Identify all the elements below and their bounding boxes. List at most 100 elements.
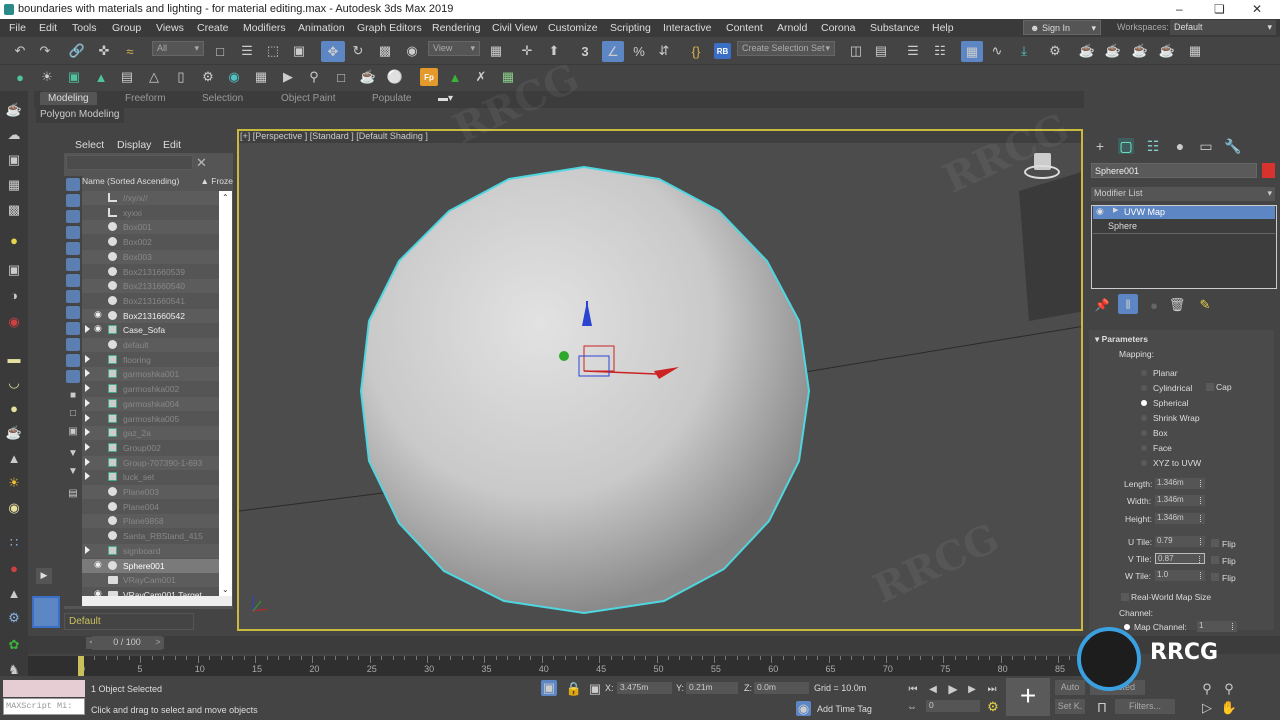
- scene-search-input[interactable]: [66, 155, 193, 170]
- spinner-snap-icon[interactable]: ⇵: [655, 42, 673, 60]
- clear-search-icon[interactable]: ✕: [196, 155, 207, 171]
- next-frame-icon[interactable]: ▶: [963, 680, 981, 698]
- tower-icon[interactable]: △: [145, 68, 163, 86]
- pivot-center-icon[interactable]: ▦: [487, 42, 505, 60]
- layer-explorer-icon[interactable]: ☰: [904, 42, 922, 60]
- pin-stack-icon[interactable]: 📌: [1093, 296, 1111, 314]
- key-mode-icon[interactable]: ⇔: [903, 698, 921, 716]
- hierarchy-tab-icon[interactable]: ☷: [1145, 138, 1161, 154]
- mapping-radio-spherical[interactable]: [1141, 400, 1147, 406]
- menu-edit[interactable]: Edit: [39, 22, 57, 34]
- previous-frame-icon[interactable]: ◀: [924, 680, 942, 698]
- scene-row[interactable]: Box2131660539: [82, 265, 219, 279]
- filter-containers-icon[interactable]: [66, 322, 80, 335]
- scene-row[interactable]: Box003: [82, 249, 219, 264]
- display-tab-icon[interactable]: ▭: [1198, 138, 1214, 154]
- time-tag-icon[interactable]: ◉: [796, 701, 811, 716]
- place-icon[interactable]: ◉: [403, 42, 421, 60]
- filter-visible-icon[interactable]: [66, 370, 80, 383]
- expand-arrow-icon[interactable]: [85, 428, 90, 437]
- key-filters-icon[interactable]: Π: [1093, 698, 1111, 716]
- close-button[interactable]: ✕: [1252, 2, 1262, 16]
- auto-key-button[interactable]: Auto: [1055, 680, 1085, 695]
- expand-arrow-icon[interactable]: [85, 457, 90, 466]
- scene-row[interactable]: Box002: [82, 235, 219, 249]
- menu-substance[interactable]: Substance: [870, 22, 920, 34]
- snaps-toggle-icon[interactable]: 3: [576, 42, 594, 60]
- rendered-frame-icon[interactable]: ☕: [1104, 42, 1122, 60]
- sun-light-icon[interactable]: ☀: [5, 474, 23, 492]
- eye-icon[interactable]: ◉: [94, 559, 105, 569]
- molecule-icon[interactable]: ●: [5, 559, 23, 577]
- object-color-swatch[interactable]: [1262, 163, 1275, 178]
- bug-icon[interactable]: ✿: [5, 636, 23, 654]
- eye-icon[interactable]: ◉: [94, 323, 105, 333]
- scene-explorer-icon[interactable]: ▦: [961, 41, 983, 62]
- layer-icon[interactable]: ▤: [66, 488, 80, 501]
- menu-tools[interactable]: Tools: [72, 22, 97, 34]
- curve-editor-icon[interactable]: ∿: [988, 42, 1006, 60]
- mapping-radio-planar[interactable]: [1141, 370, 1147, 376]
- menu-interactive[interactable]: Interactive: [663, 22, 711, 34]
- mapping-radio-shrink-wrap[interactable]: [1141, 415, 1147, 421]
- scene-row[interactable]: garmoshka002: [82, 382, 219, 396]
- menu-create[interactable]: Create: [197, 22, 229, 34]
- selection-lock-icon[interactable]: 🔒: [565, 680, 583, 698]
- filter-funnel-icon[interactable]: ▼: [66, 448, 80, 461]
- bind-space-warp-icon[interactable]: ≈: [121, 42, 139, 60]
- create-tab-icon[interactable]: +: [1092, 138, 1108, 154]
- expand-arrow-icon[interactable]: [85, 472, 90, 481]
- spot-light-icon[interactable]: ▲: [5, 449, 23, 467]
- workspaces-dropdown[interactable]: Default ▾: [1170, 20, 1276, 35]
- menu-content[interactable]: Content: [726, 22, 763, 34]
- maxscript-mini-listener[interactable]: MAXScript Mi:: [3, 698, 85, 715]
- filter-geometry-icon[interactable]: [66, 178, 80, 191]
- u-flip-checkbox[interactable]: [1211, 539, 1219, 547]
- mapping-radio-cylindrical[interactable]: [1141, 385, 1147, 391]
- select-object-icon[interactable]: □: [211, 42, 229, 60]
- scene-row[interactable]: ◉ Box2131660542: [82, 308, 219, 323]
- y-coordinate-field[interactable]: 0.21m: [686, 682, 738, 694]
- gizmo-y-axis[interactable]: [559, 351, 569, 361]
- viewcube-icon[interactable]: [1022, 151, 1062, 183]
- scene-row[interactable]: flooring: [82, 353, 219, 367]
- scene-row[interactable]: garmoshka001: [82, 367, 219, 382]
- menu-scripting[interactable]: Scripting: [610, 22, 651, 34]
- z-coordinate-field[interactable]: 0.0m: [754, 682, 809, 694]
- viewport-layout-button[interactable]: [32, 596, 60, 628]
- menu-animation[interactable]: Animation: [298, 22, 345, 34]
- teapot-outline-icon[interactable]: ☕: [359, 68, 377, 86]
- edit-named-selection-icon[interactable]: {}: [687, 42, 705, 60]
- phone-icon[interactable]: ▯: [172, 68, 190, 86]
- scene-row[interactable]: VRayCam001: [82, 573, 219, 588]
- pan-icon[interactable]: ✋: [1220, 699, 1238, 717]
- length-spinner[interactable]: 1.346m: [1155, 478, 1205, 489]
- parameters-rollout-header[interactable]: ▾ Parameters: [1095, 334, 1148, 345]
- frame-icon[interactable]: ▦: [252, 68, 270, 86]
- add-time-tag[interactable]: Add Time Tag: [817, 704, 872, 714]
- mapping-radio-box[interactable]: [1141, 430, 1147, 436]
- play-icon[interactable]: ▶: [944, 680, 962, 698]
- plane-light-icon[interactable]: ▬: [5, 349, 23, 367]
- expand-arrow-icon[interactable]: [85, 545, 90, 554]
- map-channel-spinner[interactable]: 1: [1197, 621, 1237, 632]
- select-manipulate-icon[interactable]: ✛: [518, 42, 536, 60]
- mapping-radio-face[interactable]: [1141, 445, 1147, 451]
- stack-item-uvw-map[interactable]: ◉ ▶ UVW Map: [1093, 206, 1275, 219]
- menu-arnold[interactable]: Arnold: [777, 22, 807, 34]
- scene-row[interactable]: xyxxi: [82, 206, 219, 220]
- camera-add-icon[interactable]: ⚲: [305, 68, 323, 86]
- scene-row[interactable]: ◉ Case_Sofa: [82, 323, 219, 337]
- filter-hidden-icon[interactable]: [66, 354, 80, 367]
- rotate-icon[interactable]: ↻: [349, 42, 367, 60]
- render-iterative-icon[interactable]: ☕: [1158, 42, 1176, 60]
- expand-panel-button[interactable]: ▶: [36, 568, 52, 584]
- make-unique-icon[interactable]: ●: [1145, 296, 1163, 314]
- display-none-icon[interactable]: □: [66, 408, 80, 421]
- zoom-all-icon[interactable]: ⚲: [1220, 680, 1238, 698]
- menu-customize[interactable]: Customize: [548, 22, 598, 34]
- expand-arrow-icon[interactable]: [85, 384, 90, 393]
- field-of-view-icon[interactable]: ▷: [1198, 699, 1216, 717]
- filter-helpers-icon[interactable]: [66, 242, 80, 255]
- scene-row[interactable]: Plane004: [82, 500, 219, 514]
